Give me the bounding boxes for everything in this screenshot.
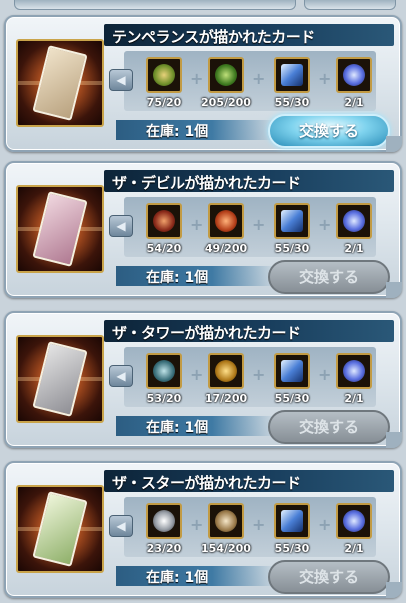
material-slot-1[interactable] <box>146 353 182 389</box>
exchange-button[interactable]: 交換する <box>268 114 390 148</box>
plus-icon: + <box>252 69 266 88</box>
silver-orb-icon <box>215 510 237 532</box>
material-count: 54/20 <box>146 242 182 255</box>
material-count: 23/20 <box>146 542 182 555</box>
exchange-item-devil: ザ・デビルが描かれたカード ◀ 54/20 + 49/200 + 55/30 +… <box>4 161 402 298</box>
tarot-card-icon <box>32 191 88 267</box>
plus-icon: + <box>190 215 204 234</box>
white-crest-icon <box>153 510 175 532</box>
green-crest-icon <box>153 64 175 86</box>
tarot-card-icon <box>32 45 88 121</box>
item-title: テンペランスが描かれたカード <box>112 28 315 46</box>
reward-card-art[interactable] <box>16 39 104 127</box>
blue-gem-icon <box>343 64 365 86</box>
teal-crest-icon <box>153 360 175 382</box>
plus-icon: + <box>318 365 332 384</box>
material-count: 154/200 <box>201 542 251 555</box>
material-count: 55/30 <box>274 242 310 255</box>
plus-icon: + <box>190 69 204 88</box>
plus-icon: + <box>252 215 266 234</box>
stock-count: 在庫: 1個 <box>146 270 209 286</box>
material-count: 55/30 <box>274 392 310 405</box>
blue-crystal-icon <box>281 64 303 86</box>
material-count: 53/20 <box>146 392 182 405</box>
panel-corner <box>386 282 402 298</box>
material-slot-3[interactable] <box>274 203 310 239</box>
exchange-item-temperance: テンペランスが描かれたカード ◀ 75/20 + 205/200 + 55/30… <box>4 15 402 152</box>
material-slot-1[interactable] <box>146 57 182 93</box>
gold-orb-icon <box>215 360 237 382</box>
material-count: 55/30 <box>274 542 310 555</box>
previous-panel-edge <box>0 0 406 10</box>
material-slot-4[interactable] <box>336 353 372 389</box>
material-count: 55/30 <box>274 96 310 109</box>
material-count: 17/200 <box>204 392 248 405</box>
scroll-left-button[interactable]: ◀ <box>109 69 133 91</box>
tarot-card-icon <box>32 341 88 417</box>
exchange-item-star: ザ・スターが描かれたカード ◀ 23/20 + 154/200 + 55/30 … <box>4 461 402 598</box>
red-crest-icon <box>153 210 175 232</box>
exchange-button[interactable]: 交換する <box>268 410 390 444</box>
exchange-item-tower: ザ・タワーが描かれたカード ◀ 53/20 + 17/200 + 55/30 +… <box>4 311 402 448</box>
material-slot-4[interactable] <box>336 57 372 93</box>
scroll-left-button[interactable]: ◀ <box>109 365 133 387</box>
material-count: 2/1 <box>344 242 364 255</box>
material-slot-1[interactable] <box>146 503 182 539</box>
plus-icon: + <box>318 515 332 534</box>
stock-count: 在庫: 1個 <box>146 570 209 586</box>
material-slot-2[interactable] <box>208 353 244 389</box>
material-slot-2[interactable] <box>208 57 244 93</box>
panel-corner <box>386 136 402 152</box>
plus-icon: + <box>318 215 332 234</box>
reward-card-art[interactable] <box>16 185 104 273</box>
reward-card-art[interactable] <box>16 335 104 423</box>
stock-count: 在庫: 1個 <box>146 124 209 140</box>
material-slot-3[interactable] <box>274 57 310 93</box>
plus-icon: + <box>252 365 266 384</box>
red-orb-icon <box>215 210 237 232</box>
blue-gem-icon <box>343 210 365 232</box>
material-slot-4[interactable] <box>336 503 372 539</box>
blue-crystal-icon <box>281 210 303 232</box>
reward-card-art[interactable] <box>16 485 104 573</box>
material-count: 49/200 <box>204 242 248 255</box>
green-orb-icon <box>215 64 237 86</box>
item-title: ザ・デビルが描かれたカード <box>112 174 301 192</box>
plus-icon: + <box>252 515 266 534</box>
panel-tab-edge <box>304 0 396 10</box>
material-slot-2[interactable] <box>208 203 244 239</box>
blue-gem-icon <box>343 510 365 532</box>
item-title: ザ・スターが描かれたカード <box>112 474 301 492</box>
plus-icon: + <box>318 69 332 88</box>
tarot-card-icon <box>32 491 88 567</box>
material-slot-3[interactable] <box>274 353 310 389</box>
material-count: 75/20 <box>146 96 182 109</box>
material-slot-4[interactable] <box>336 203 372 239</box>
exchange-button[interactable]: 交換する <box>268 560 390 594</box>
material-count: 205/200 <box>201 96 251 109</box>
scroll-left-button[interactable]: ◀ <box>109 515 133 537</box>
panel-corner <box>386 432 402 448</box>
material-slot-3[interactable] <box>274 503 310 539</box>
material-count: 2/1 <box>344 392 364 405</box>
stock-count: 在庫: 1個 <box>146 420 209 436</box>
material-slot-2[interactable] <box>208 503 244 539</box>
panel-tab-edge <box>14 0 296 10</box>
material-count: 2/1 <box>344 542 364 555</box>
material-slot-1[interactable] <box>146 203 182 239</box>
blue-crystal-icon <box>281 510 303 532</box>
plus-icon: + <box>190 515 204 534</box>
material-count: 2/1 <box>344 96 364 109</box>
blue-gem-icon <box>343 360 365 382</box>
blue-crystal-icon <box>281 360 303 382</box>
item-title: ザ・タワーが描かれたカード <box>112 324 301 342</box>
panel-corner <box>386 582 402 598</box>
scroll-left-button[interactable]: ◀ <box>109 215 133 237</box>
plus-icon: + <box>190 365 204 384</box>
exchange-button[interactable]: 交換する <box>268 260 390 294</box>
